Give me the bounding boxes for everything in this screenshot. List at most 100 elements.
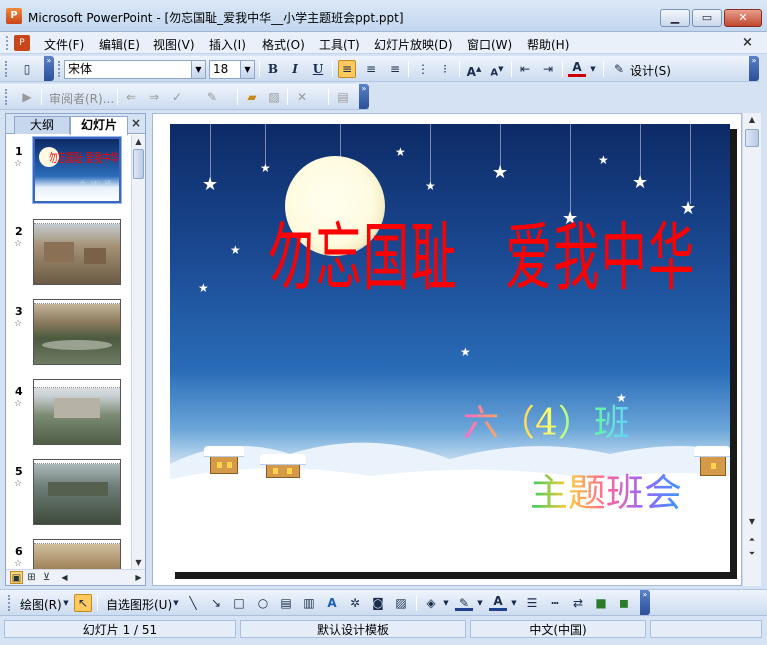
- slide-subtitle-meeting[interactable]: 主题班会: [530, 462, 682, 517]
- next-item-icon[interactable]: ⇒: [145, 88, 163, 106]
- slide-scrollbar[interactable]: ▲ ▼ ⏶ ⏷: [742, 113, 761, 586]
- fill-color-icon[interactable]: ◈: [422, 594, 440, 612]
- scroll-down-icon[interactable]: ▼: [745, 515, 759, 528]
- reviewers-button[interactable]: 审阅者(R)...: [49, 90, 114, 107]
- normal-view-icon[interactable]: ▣: [10, 571, 23, 584]
- chevron-down-icon[interactable]: ▼: [510, 594, 518, 612]
- menu-file[interactable]: 文件(F): [44, 36, 84, 53]
- previous-item-icon[interactable]: ⇐: [122, 88, 140, 106]
- tab-outline[interactable]: 大纲: [14, 116, 70, 134]
- line-style-icon[interactable]: ☰: [523, 594, 541, 612]
- design-button[interactable]: 设计(S): [630, 62, 671, 79]
- increase-font-icon[interactable]: A▲: [465, 60, 483, 79]
- chevron-down-icon[interactable]: ▼: [62, 594, 70, 612]
- picture-icon[interactable]: ▨: [392, 594, 410, 612]
- menu-window[interactable]: 窗口(W): [467, 36, 512, 53]
- decrease-font-icon[interactable]: A▼: [488, 60, 506, 78]
- new-document-icon[interactable]: ▯: [18, 60, 36, 78]
- menu-view[interactable]: 视图(V): [153, 36, 195, 53]
- line-color-icon[interactable]: ✎: [455, 594, 473, 611]
- next-slide-icon[interactable]: ⏷: [745, 547, 759, 560]
- toolbar-options-icon[interactable]: »: [44, 56, 54, 81]
- align-center-icon[interactable]: ≡: [362, 60, 380, 78]
- apply-icon[interactable]: ✓: [168, 88, 186, 106]
- slide-canvas[interactable]: ★ ★ ★ ★ ★ ★ ★ ★ ★ ★ ★ ★ ★ ★ 勿忘国耻 爱我中华 六（…: [170, 124, 730, 572]
- autoshapes-button[interactable]: 自选图形(U): [106, 596, 172, 613]
- toolbar-grip[interactable]: [8, 595, 11, 611]
- bold-button[interactable]: B: [264, 60, 282, 78]
- scroll-down-icon[interactable]: ▼: [132, 556, 145, 569]
- close-document-button[interactable]: ×: [742, 35, 753, 50]
- delete-comment-icon[interactable]: ✎: [203, 88, 221, 106]
- toolbar-options-icon[interactable]: »: [640, 590, 650, 615]
- underline-button[interactable]: U: [309, 60, 327, 78]
- toolbar-options-icon[interactable]: »: [359, 84, 369, 109]
- arrow-style-icon[interactable]: ⇄: [569, 594, 587, 612]
- align-left-icon[interactable]: ≡: [338, 60, 356, 78]
- slide-sorter-icon[interactable]: ⊞: [25, 571, 38, 584]
- decrease-indent-icon[interactable]: ⇤: [516, 60, 534, 78]
- menu-edit[interactable]: 编辑(E): [99, 36, 140, 53]
- arrow-icon[interactable]: ↘: [207, 594, 225, 612]
- slide-subtitle-class[interactable]: 六（4）班: [463, 394, 630, 446]
- scroll-thumb[interactable]: [133, 149, 144, 179]
- slideshow-view-icon[interactable]: ⊻: [40, 571, 53, 584]
- design-icon[interactable]: ✎: [610, 60, 628, 78]
- shadow-style-icon[interactable]: ■: [592, 594, 610, 612]
- 3d-style-icon[interactable]: ◼: [615, 594, 633, 612]
- scroll-up-icon[interactable]: ▲: [745, 113, 759, 126]
- slide-thumbnail-6[interactable]: [33, 539, 121, 569]
- menu-format[interactable]: 格式(O): [262, 36, 305, 53]
- slide-thumbnail-1[interactable]: 勿忘国耻 爱我中华 六（4）班: [32, 136, 122, 204]
- maximize-button[interactable]: ▭: [692, 9, 722, 27]
- reject-icon[interactable]: ✕: [293, 88, 311, 106]
- clipart-icon[interactable]: ◙: [369, 594, 387, 612]
- scroll-thumb[interactable]: [745, 129, 759, 147]
- line-icon[interactable]: ╲: [184, 594, 202, 612]
- chevron-down-icon[interactable]: ▼: [442, 594, 450, 612]
- chevron-down-icon[interactable]: ▼: [588, 60, 598, 78]
- document-icon[interactable]: P: [14, 35, 30, 51]
- chevron-down-icon[interactable]: ▼: [172, 594, 180, 612]
- scroll-left-icon[interactable]: ◀: [58, 571, 71, 584]
- slide-thumbnail-4[interactable]: [33, 379, 121, 445]
- chevron-down-icon[interactable]: ▼: [476, 594, 484, 612]
- numbering-icon[interactable]: ⋮: [414, 60, 432, 78]
- close-pane-button[interactable]: ×: [131, 116, 141, 130]
- draw-menu-button[interactable]: 绘图(R): [20, 596, 62, 613]
- close-window-button[interactable]: ✕: [724, 9, 762, 27]
- scroll-right-icon[interactable]: ▶: [132, 571, 145, 584]
- insert-comment-icon[interactable]: ▰: [243, 88, 261, 106]
- powerpoint-icon[interactable]: P: [6, 8, 22, 24]
- font-size-select[interactable]: 18 ▼: [209, 60, 255, 79]
- slide-title[interactable]: 勿忘国耻 爱我中华: [268, 199, 696, 305]
- scroll-up-icon[interactable]: ▲: [132, 135, 145, 148]
- slide-thumbnail-2[interactable]: [33, 219, 121, 285]
- toolbar-options-icon[interactable]: »: [749, 56, 759, 81]
- increase-indent-icon[interactable]: ⇥: [539, 60, 557, 78]
- tab-slides[interactable]: 幻灯片: [70, 116, 128, 135]
- markup-icon[interactable]: ▶: [18, 88, 36, 106]
- bullets-icon[interactable]: ⁝: [436, 60, 454, 78]
- diagram-icon[interactable]: ✲: [346, 594, 364, 612]
- italic-button[interactable]: I: [286, 60, 304, 78]
- font-name-select[interactable]: 宋体 ▼: [64, 60, 206, 79]
- menu-grip[interactable]: [6, 36, 10, 50]
- oval-icon[interactable]: ○: [254, 594, 272, 612]
- menu-slideshow[interactable]: 幻灯片放映(D): [374, 36, 453, 53]
- vertical-textbox-icon[interactable]: ▥: [300, 594, 318, 612]
- select-objects-icon[interactable]: ↖: [74, 594, 92, 612]
- toolbar-grip[interactable]: [5, 89, 8, 105]
- menu-help[interactable]: 帮助(H): [527, 36, 569, 53]
- minimize-button[interactable]: ▁: [660, 9, 690, 27]
- edit-comment-icon[interactable]: ▨: [265, 88, 283, 106]
- chevron-down-icon[interactable]: ▼: [191, 61, 205, 78]
- textbox-icon[interactable]: ▤: [277, 594, 295, 612]
- font-color-icon[interactable]: A: [489, 594, 507, 611]
- chevron-down-icon[interactable]: ▼: [240, 61, 254, 78]
- toolbar-grip[interactable]: [5, 61, 8, 77]
- menu-insert[interactable]: 插入(I): [209, 36, 246, 53]
- slide-thumbnail-3[interactable]: [33, 299, 121, 365]
- toolbar-grip[interactable]: [58, 61, 61, 77]
- rectangle-icon[interactable]: □: [230, 594, 248, 612]
